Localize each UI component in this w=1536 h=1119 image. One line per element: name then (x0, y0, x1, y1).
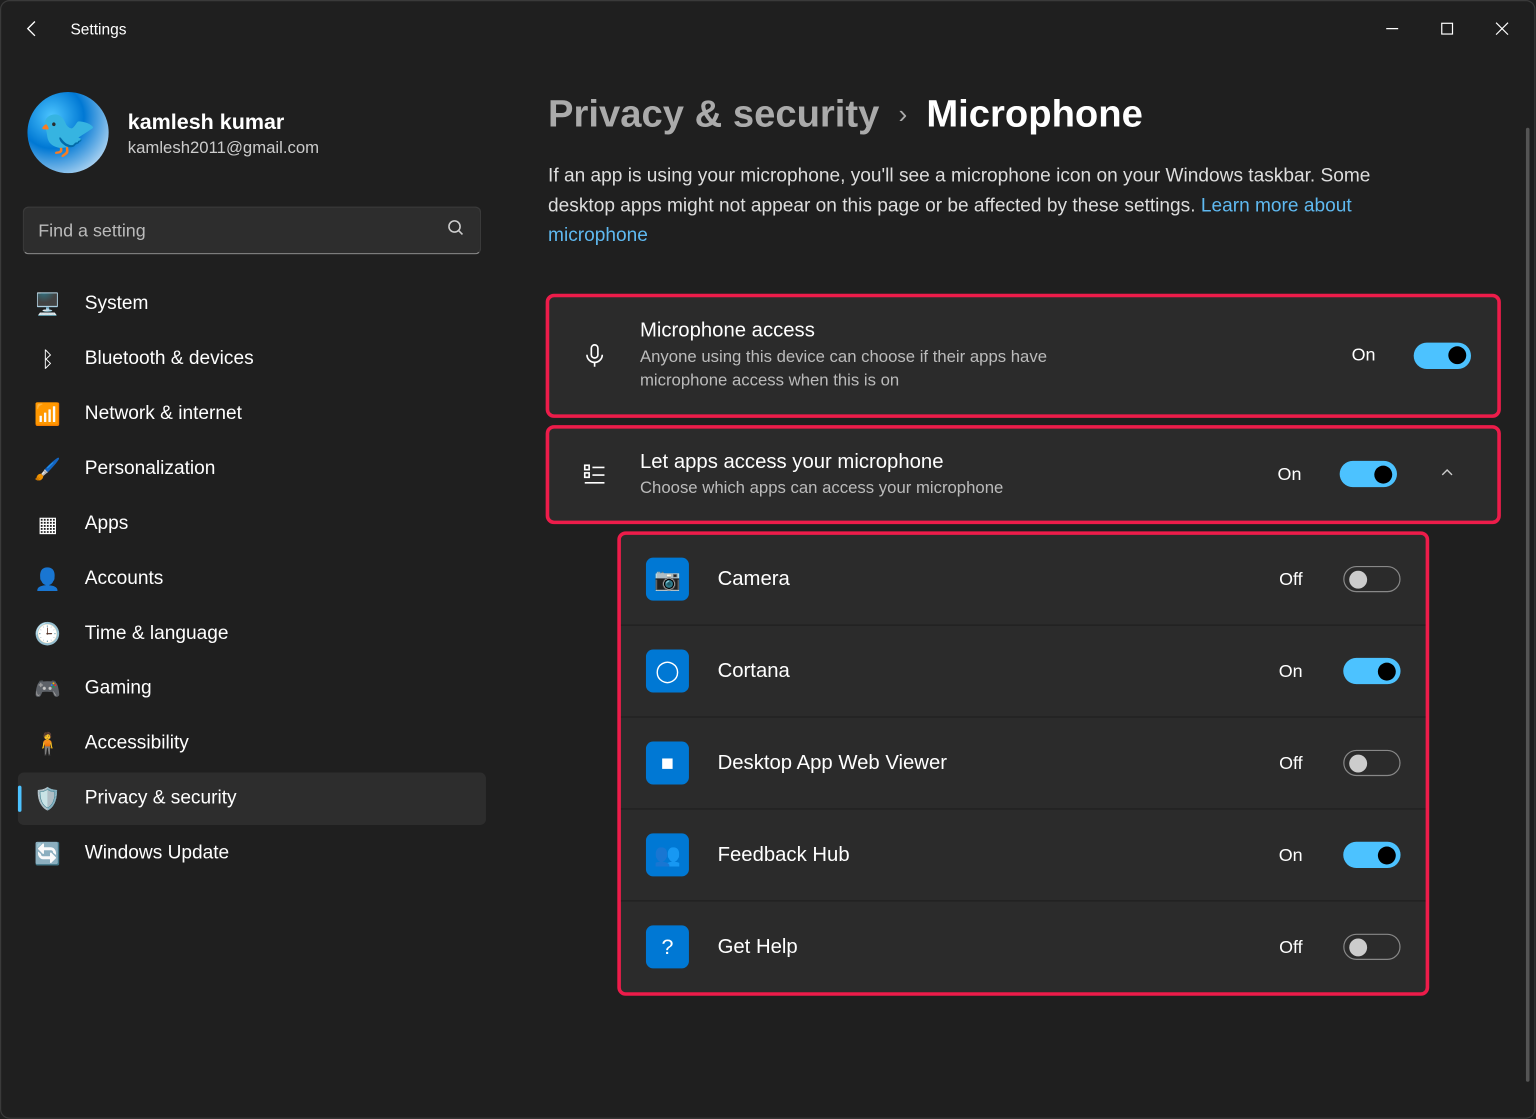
app-icon: ■ (646, 742, 689, 785)
sidebar-item-bluetooth-devices[interactable]: ᛒ Bluetooth & devices (18, 333, 486, 386)
app-toggle[interactable] (1343, 750, 1400, 776)
app-icon: ◯ (646, 650, 689, 693)
profile-email: kamlesh2011@gmail.com (128, 137, 319, 156)
app-name-label: Camera (718, 567, 1251, 591)
search-input[interactable] (38, 220, 446, 240)
network-internet-icon: 📶 (35, 401, 61, 427)
app-permission-list: 📷 Camera Off ◯ Cortana On ■ Desktop App Web Vie… (620, 534, 1427, 994)
app-row-feedback-hub: 👥 Feedback Hub On (620, 810, 1427, 902)
mic-access-toggle[interactable] (1414, 343, 1471, 369)
sidebar-item-label: Time & language (85, 623, 229, 644)
sidebar-item-label: Network & internet (85, 404, 242, 425)
app-name-label: Feedback Hub (718, 843, 1251, 867)
bluetooth-devices-icon: ᛒ (35, 346, 61, 372)
let-apps-toggle[interactable] (1340, 461, 1397, 487)
page-description: If an app is using your microphone, you'… (548, 162, 1408, 251)
sidebar-item-label: Accessibility (85, 733, 189, 754)
titlebar: Settings (1, 1, 1534, 56)
mic-access-title: Microphone access (640, 319, 1325, 343)
windows-update-icon: 🔄 (35, 841, 61, 867)
app-toggle-state: On (1279, 845, 1303, 865)
scrollbar[interactable] (1526, 128, 1530, 1082)
sidebar-item-privacy-security[interactable]: 🛡️ Privacy & security (18, 773, 486, 826)
search-icon (447, 218, 466, 243)
let-apps-sub: Choose which apps can access your microp… (640, 476, 1118, 499)
sidebar-item-accounts[interactable]: 👤 Accounts (18, 553, 486, 606)
window-controls (1365, 2, 1530, 55)
mic-access-state: On (1352, 346, 1376, 366)
breadcrumb: Privacy & security › Microphone (548, 92, 1498, 136)
app-icon: 👥 (646, 834, 689, 877)
search-box[interactable] (23, 207, 481, 255)
chevron-right-icon: › (898, 99, 907, 130)
time-language-icon: 🕒 (35, 621, 61, 647)
sidebar-item-label: Gaming (85, 678, 152, 699)
sidebar: 🐦 kamlesh kumar kamlesh2011@gmail.com 🖥️… (1, 56, 502, 1117)
sidebar-item-accessibility[interactable]: 🧍 Accessibility (18, 718, 486, 771)
let-apps-card: Let apps access your microphone Choose w… (548, 427, 1498, 522)
sidebar-item-label: Windows Update (85, 843, 229, 864)
sidebar-item-label: Personalization (85, 458, 216, 479)
app-name-label: Desktop App Web Viewer (718, 751, 1251, 775)
app-row-cortana: ◯ Cortana On (620, 626, 1427, 718)
sidebar-item-personalization[interactable]: 🖌️ Personalization (18, 443, 486, 496)
sidebar-item-time-language[interactable]: 🕒 Time & language (18, 608, 486, 661)
app-toggle-state: Off (1279, 569, 1303, 589)
maximize-button[interactable] (1420, 2, 1475, 55)
app-icon: ? (646, 926, 689, 969)
apps-icon: ▦ (35, 511, 61, 537)
app-toggle[interactable] (1343, 566, 1400, 592)
sidebar-item-label: System (85, 294, 149, 315)
accessibility-icon: 🧍 (35, 731, 61, 757)
sidebar-item-label: Privacy & security (85, 788, 237, 809)
gaming-icon: 🎮 (35, 676, 61, 702)
close-button[interactable] (1475, 2, 1530, 55)
app-row-desktop-app-web-viewer: ■ Desktop App Web Viewer Off (620, 718, 1427, 810)
let-apps-state: On (1278, 464, 1302, 484)
breadcrumb-current: Microphone (926, 92, 1143, 136)
sidebar-item-windows-update[interactable]: 🔄 Windows Update (18, 827, 486, 880)
microphone-icon (576, 343, 614, 369)
nav-list: 🖥️ System ᛒ Bluetooth & devices 📶 Network & i… (18, 278, 486, 880)
app-toggle-state: On (1279, 661, 1303, 681)
privacy-security-icon: 🛡️ (35, 786, 61, 812)
sidebar-item-label: Bluetooth & devices (85, 349, 254, 370)
sidebar-item-system[interactable]: 🖥️ System (18, 278, 486, 331)
app-row-get-help: ? Get Help Off (620, 902, 1427, 994)
app-toggle[interactable] (1343, 934, 1400, 960)
sidebar-item-label: Apps (85, 513, 129, 534)
system-icon: 🖥️ (35, 291, 61, 317)
app-name-label: Get Help (718, 935, 1251, 959)
profile-name: kamlesh kumar (128, 109, 319, 134)
app-toggle-state: Off (1279, 937, 1303, 957)
main-content: Privacy & security › Microphone If an ap… (503, 56, 1535, 1117)
avatar: 🐦 (27, 92, 108, 173)
apps-list-icon (576, 461, 614, 487)
sidebar-item-network-internet[interactable]: 📶 Network & internet (18, 388, 486, 441)
app-toggle-state: Off (1279, 753, 1303, 773)
back-button[interactable] (6, 2, 59, 55)
sidebar-item-apps[interactable]: ▦ Apps (18, 498, 486, 551)
profile-block[interactable]: 🐦 kamlesh kumar kamlesh2011@gmail.com (18, 68, 486, 207)
sidebar-item-label: Accounts (85, 568, 164, 589)
mic-access-sub: Anyone using this device can choose if t… (640, 346, 1118, 393)
settings-window: Settings 🐦 kamlesh kumar kamlesh2011@gma… (0, 0, 1535, 1119)
minimize-button[interactable] (1365, 2, 1420, 55)
let-apps-title: Let apps access your microphone (640, 450, 1251, 474)
breadcrumb-parent[interactable]: Privacy & security (548, 92, 879, 136)
accounts-icon: 👤 (35, 566, 61, 592)
app-name-label: Cortana (718, 659, 1251, 683)
app-row-camera: 📷 Camera Off (620, 534, 1427, 626)
app-name: Settings (70, 20, 126, 38)
mic-access-card: Microphone access Anyone using this devi… (548, 297, 1498, 415)
personalization-icon: 🖌️ (35, 456, 61, 482)
app-toggle[interactable] (1343, 658, 1400, 684)
app-toggle[interactable] (1343, 842, 1400, 868)
chevron-up-icon[interactable] (1423, 464, 1471, 484)
sidebar-item-gaming[interactable]: 🎮 Gaming (18, 663, 486, 716)
app-icon: 📷 (646, 558, 689, 601)
